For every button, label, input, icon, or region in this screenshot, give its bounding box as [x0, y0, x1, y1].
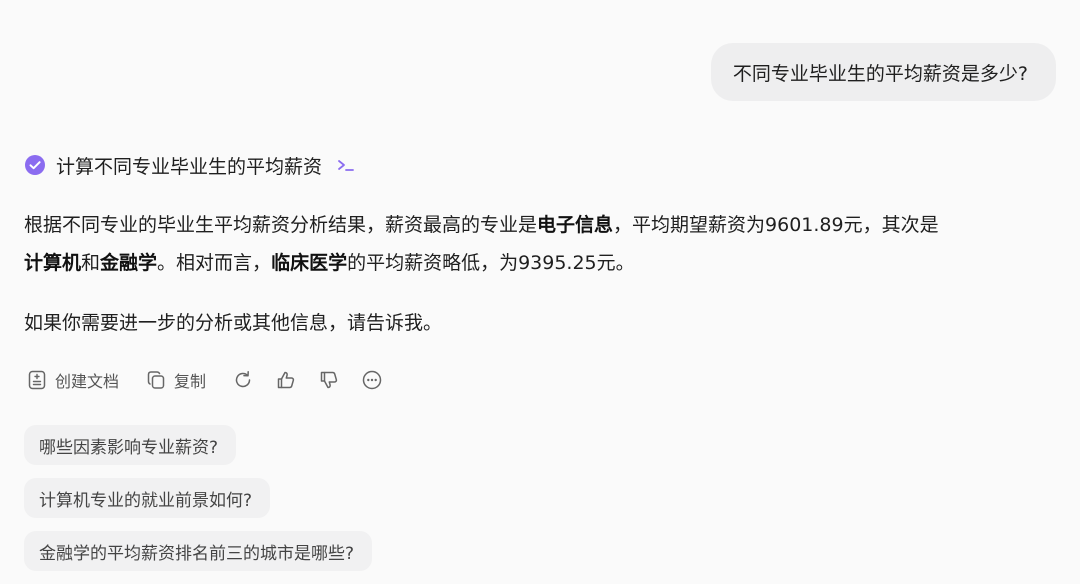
regenerate-button[interactable]: [232, 369, 254, 391]
thumbs-down-icon: [320, 371, 338, 389]
answer-text: 和: [81, 252, 101, 274]
refresh-icon: [235, 371, 251, 388]
assistant-answer: 根据不同专业的毕业生平均薪资分析结果，薪资最高的专业是电子信息，平均期望薪资为9…: [24, 206, 1054, 342]
copy-icon: [147, 371, 165, 389]
tool-step[interactable]: 计算不同专业毕业生的平均薪资: [24, 149, 356, 181]
answer-bold-text: 电子信息: [537, 214, 614, 236]
answer-text: 的平均薪资略低，为9395.25元。: [347, 252, 635, 274]
create-document-button[interactable]: 创建文档: [26, 368, 119, 392]
suggestion-text: 计算机专业的就业前景如何?: [39, 490, 253, 511]
terminal-icon[interactable]: [336, 155, 356, 175]
suggestion-text: 哪些因素影响专业薪资?: [39, 437, 219, 458]
copy-label: 复制: [174, 372, 207, 391]
suggestion-chip[interactable]: 金融学的平均薪资排名前三的城市是哪些?: [24, 531, 373, 571]
more-button[interactable]: [361, 369, 383, 391]
tool-step-label: 计算不同专业毕业生的平均薪资: [56, 155, 323, 178]
message-action-bar: 创建文档 复制: [26, 364, 404, 396]
suggestion-chip[interactable]: 哪些因素影响专业薪资?: [24, 425, 237, 465]
copy-button[interactable]: 复制: [145, 368, 206, 392]
answer-bold-text: 金融学: [100, 252, 158, 274]
answer-paragraph-1: 根据不同专业的毕业生平均薪资分析结果，薪资最高的专业是电子信息，平均期望薪资为9…: [24, 206, 1054, 282]
answer-text: ，平均期望薪资为9601.89元，其次是: [613, 214, 939, 236]
check-circle-icon: [25, 155, 45, 175]
answer-bold-text: 计算机: [24, 252, 82, 274]
suggestion-text: 金融学的平均薪资排名前三的城市是哪些?: [39, 543, 355, 564]
answer-text: 根据不同专业的毕业生平均薪资分析结果，薪资最高的专业是: [24, 214, 538, 236]
user-message-text: 不同专业毕业生的平均薪资是多少?: [732, 62, 1028, 85]
thumbs-up-icon: [277, 371, 295, 389]
answer-bold-text: 临床医学: [271, 252, 348, 274]
answer-paragraph-2: 如果你需要进一步的分析或其他信息，请告诉我。: [24, 312, 443, 334]
create-document-label: 创建文档: [55, 372, 120, 391]
answer-text: 。相对而言，: [157, 252, 272, 274]
dislike-button[interactable]: [318, 369, 340, 391]
more-dots-icon: [362, 370, 382, 390]
user-message-bubble: 不同专业毕业生的平均薪资是多少?: [710, 43, 1056, 101]
document-icon: [28, 370, 46, 390]
like-button[interactable]: [275, 369, 297, 391]
chat-page: 不同专业毕业生的平均薪资是多少? 计算不同专业毕业生的平均薪资 根据不同专业的毕…: [0, 0, 1080, 584]
suggestion-chip[interactable]: 计算机专业的就业前景如何?: [24, 478, 271, 518]
